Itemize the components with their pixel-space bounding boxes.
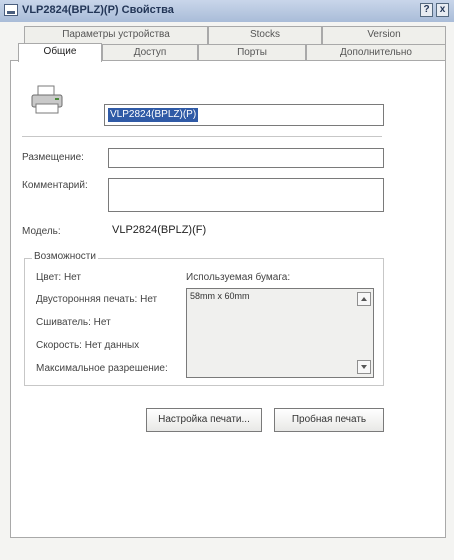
location-label: Размещение: [22,152,84,163]
scroll-down-button[interactable] [357,360,371,374]
window-title: VLP2824(BPLZ)(P) Свойства [22,4,174,16]
close-button[interactable]: x [436,3,449,17]
location-input[interactable] [108,148,384,168]
printing-preferences-button[interactable]: Настройка печати... [146,408,262,432]
tab-general[interactable]: Общие [18,43,102,62]
comment-label: Комментарий: [22,180,88,191]
staple-feature: Сшиватель: Нет [36,317,111,328]
paper-label: Используемая бумага: [186,272,291,283]
printer-name-field[interactable]: VLP2824(BPLZ)(P) [104,104,384,126]
model-value: VLP2824(BPLZ)(F) [112,224,207,236]
printer-icon [31,85,63,114]
help-button[interactable]: ? [420,3,433,17]
duplex-feature: Двусторонняя печать: Нет [36,294,158,305]
tab-stocks[interactable]: Stocks [208,26,322,44]
max-resolution-feature: Максимальное разрешение: [36,363,168,374]
paper-list-item[interactable]: 58mm x 60mm [190,291,250,301]
separator [22,136,382,137]
paper-listbox[interactable]: 58mm x 60mm [186,288,374,378]
tab-device-settings[interactable]: Параметры устройства [24,26,208,44]
title-bar: VLP2824(BPLZ)(P) Свойства ? x [0,0,454,23]
comment-input[interactable] [108,178,384,212]
tab-version[interactable]: Version [322,26,446,44]
print-test-page-button[interactable]: Пробная печать [274,408,384,432]
speed-feature: Скорость: Нет данных [36,340,140,351]
color-feature: Цвет: Нет [36,272,81,283]
model-label: Модель: [22,226,61,237]
scroll-up-button[interactable] [357,292,371,306]
features-title: Возможности [32,251,98,262]
printer-name-value: VLP2824(BPLZ)(P) [108,108,199,122]
printer-window-icon [4,4,18,16]
